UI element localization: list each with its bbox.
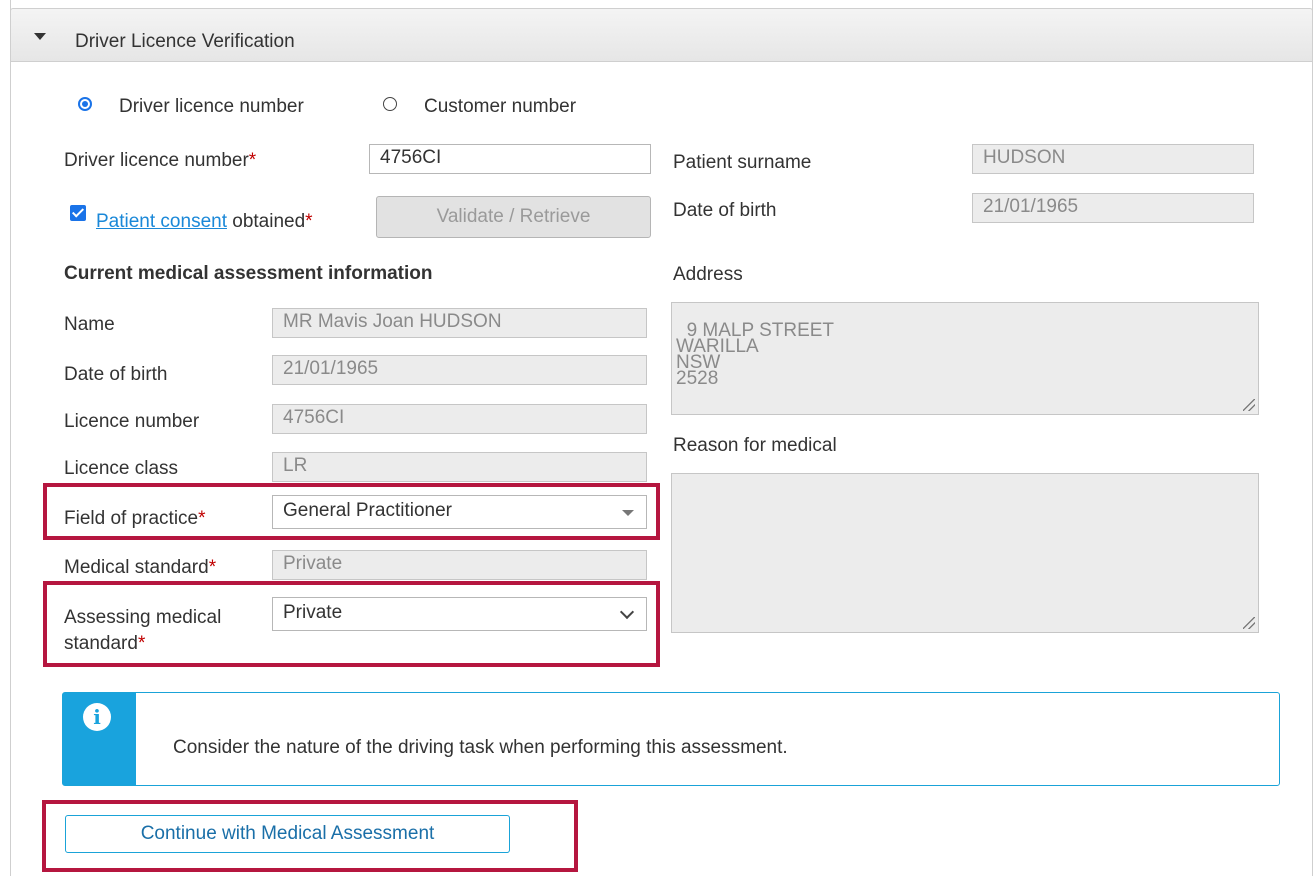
reason-for-medical-label: Reason for medical — [673, 435, 837, 456]
collapse-caret-icon[interactable] — [34, 33, 46, 40]
patient-surname-label: Patient surname — [673, 152, 812, 173]
licence-number-field: 4756CI — [272, 404, 647, 434]
radio-label-customer-number[interactable]: Customer number — [424, 96, 576, 118]
right-date-of-birth-label: Date of birth — [673, 200, 777, 221]
date-of-birth-label: Date of birth — [64, 364, 168, 385]
address-value: 9 MALP STREET WARILLA NSW 2528 — [676, 320, 835, 389]
licence-number-label: Licence number — [64, 411, 200, 432]
medical-standard-field: Private — [272, 550, 647, 580]
info-strip: i — [63, 693, 136, 785]
patient-consent-label: Patient consent obtained* — [96, 211, 313, 232]
section-heading: Current medical assessment information — [64, 263, 433, 284]
medical-standard-label: Medical standard* — [64, 557, 217, 578]
resize-grip-icon[interactable] — [1243, 399, 1255, 411]
right-date-of-birth-field: 21/01/1965 — [972, 193, 1254, 223]
name-field: MR Mavis Joan HUDSON — [272, 308, 647, 338]
resize-grip-icon[interactable] — [1243, 617, 1255, 629]
patient-consent-link[interactable]: Patient consent — [96, 211, 227, 232]
panel-header[interactable]: Driver Licence Verification — [10, 8, 1313, 62]
radio-label-driver-licence-number[interactable]: Driver licence number — [119, 96, 304, 118]
licence-class-field: LR — [272, 452, 647, 482]
patient-surname-field: HUDSON — [972, 144, 1254, 174]
highlight-assessing-medical-standard — [43, 581, 660, 667]
licence-class-label: Licence class — [64, 458, 179, 479]
radio-driver-licence-number[interactable] — [78, 97, 92, 111]
info-message-box: i Consider the nature of the driving tas… — [62, 692, 1280, 786]
validate-retrieve-button[interactable]: Validate / Retrieve — [376, 196, 651, 238]
radio-customer-number[interactable] — [383, 97, 397, 111]
info-icon: i — [83, 703, 111, 731]
driver-licence-number-input[interactable]: 4756CI — [369, 144, 651, 174]
reason-for-medical-textarea — [671, 473, 1259, 633]
driver-licence-number-label: Driver licence number* — [64, 150, 257, 171]
highlight-continue-button — [42, 800, 578, 872]
highlight-field-of-practice — [43, 483, 660, 540]
address-label: Address — [673, 264, 743, 285]
patient-consent-checkbox[interactable] — [70, 205, 86, 221]
address-textarea: 9 MALP STREET WARILLA NSW 2528 — [671, 302, 1259, 415]
info-message: Consider the nature of the driving task … — [173, 737, 788, 758]
panel-title: Driver Licence Verification — [75, 31, 295, 52]
date-of-birth-field: 21/01/1965 — [272, 355, 647, 385]
name-label: Name — [64, 314, 115, 335]
